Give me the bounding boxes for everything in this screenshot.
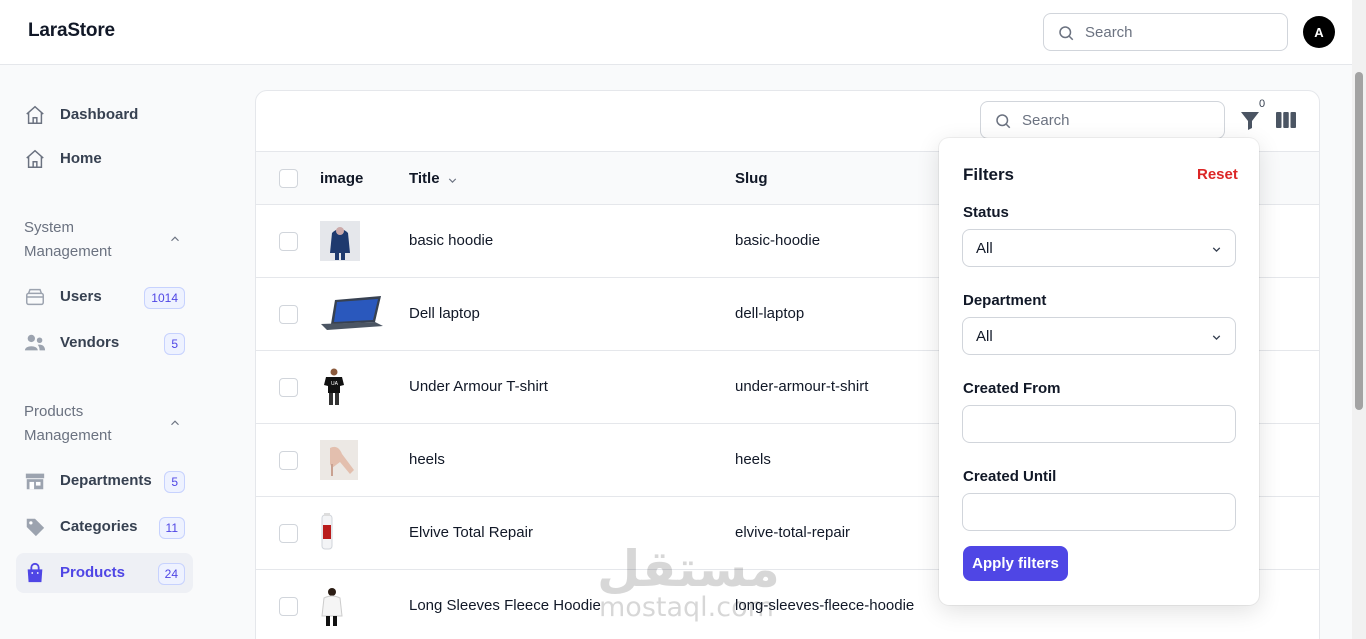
- column-header-slug: Slug: [735, 170, 768, 187]
- row-title: Dell laptop: [409, 305, 480, 322]
- sidebar-item-label: Products: [60, 564, 126, 581]
- row-title: Under Armour T-shirt: [409, 378, 548, 395]
- group-title-products-line2[interactable]: Management: [24, 424, 112, 448]
- sidebar-item-vendors[interactable]: Vendors 5: [16, 323, 193, 363]
- product-image-heels[interactable]: [320, 440, 360, 480]
- status-select-value: All: [976, 240, 993, 257]
- sidebar-item-home[interactable]: Home: [16, 139, 193, 179]
- sidebar-item-categories[interactable]: Categories 11: [16, 507, 193, 547]
- global-search-input[interactable]: Search: [1043, 13, 1288, 51]
- home-icon: [26, 149, 44, 168]
- sidebar: Dashboard Home System Management Users 1…: [0, 65, 210, 639]
- created-from-input[interactable]: [962, 405, 1236, 443]
- chevron-up-icon[interactable]: [168, 416, 182, 430]
- search-icon: [1059, 26, 1074, 41]
- row-checkbox[interactable]: [279, 232, 298, 251]
- top-bar: LaraStore Search A: [0, 0, 1352, 65]
- sidebar-item-products[interactable]: Products 24: [16, 553, 193, 593]
- home-icon: [26, 105, 44, 124]
- scrollbar-thumb[interactable]: [1355, 72, 1363, 410]
- count-badge: 5: [164, 471, 185, 493]
- row-slug: basic-hoodie: [735, 232, 821, 249]
- chevron-down-icon[interactable]: [446, 174, 459, 187]
- created-until-label: Created Until: [963, 468, 1057, 485]
- chevron-up-icon[interactable]: [168, 232, 182, 246]
- product-image-fleece[interactable]: [320, 586, 360, 626]
- row-title: basic hoodie: [409, 232, 494, 249]
- created-until-input[interactable]: [962, 493, 1236, 531]
- inbox-stack-icon: [26, 288, 44, 306]
- department-label: Department: [963, 292, 1047, 309]
- tag-icon: [26, 518, 45, 537]
- group-title-system-line2[interactable]: Management: [24, 240, 112, 264]
- product-image-tshirt[interactable]: UA: [320, 367, 360, 407]
- product-image-laptop[interactable]: [319, 294, 385, 334]
- sidebar-item-label: Departments: [60, 472, 152, 489]
- row-checkbox[interactable]: [279, 378, 298, 397]
- row-checkbox[interactable]: [279, 305, 298, 324]
- group-title-system-line1[interactable]: System: [24, 216, 74, 240]
- row-slug: dell-laptop: [735, 305, 805, 322]
- global-search-placeholder: Search: [1085, 24, 1133, 41]
- shopping-bag-icon: [27, 562, 43, 583]
- svg-text:UA: UA: [331, 381, 339, 387]
- count-badge: 24: [157, 563, 185, 585]
- select-all-checkbox[interactable]: [279, 169, 298, 188]
- row-checkbox[interactable]: [279, 451, 298, 470]
- status-label: Status: [963, 204, 1009, 221]
- sidebar-item-label: Dashboard: [60, 106, 139, 123]
- created-from-label: Created From: [963, 380, 1061, 397]
- sidebar-item-label: Vendors: [60, 334, 120, 351]
- columns-icon[interactable]: [1275, 110, 1297, 130]
- group-title-products-line1[interactable]: Products: [24, 400, 83, 424]
- table-search-input[interactable]: Search: [980, 101, 1225, 139]
- status-select[interactable]: All: [962, 229, 1236, 267]
- count-badge: 1014: [144, 287, 185, 309]
- row-slug: under-armour-t-shirt: [735, 378, 869, 395]
- page-scrollbar[interactable]: [1352, 0, 1366, 639]
- reset-filters-link[interactable]: Reset: [1197, 166, 1238, 183]
- sidebar-item-label: Categories: [60, 518, 138, 535]
- search-icon: [996, 114, 1011, 129]
- count-badge: 5: [164, 333, 185, 355]
- row-checkbox[interactable]: [279, 524, 298, 543]
- sidebar-item-users[interactable]: Users 1014: [16, 277, 193, 317]
- filter-count-badge: 0: [1259, 98, 1266, 110]
- row-slug: long-sleeves-fleece-hoodie: [735, 597, 915, 614]
- product-image-hoodie[interactable]: [320, 221, 360, 261]
- department-select[interactable]: All: [962, 317, 1236, 355]
- storefront-icon: [25, 473, 45, 490]
- apply-filters-button[interactable]: Apply filters: [963, 546, 1068, 581]
- table-search-placeholder: Search: [1022, 112, 1070, 129]
- sidebar-item-label: Home: [60, 150, 102, 167]
- chevron-down-icon: [1212, 247, 1221, 253]
- product-image-bottle[interactable]: [320, 513, 360, 553]
- count-badge: 11: [158, 517, 185, 539]
- sidebar-item-departments[interactable]: Departments 5: [16, 461, 193, 501]
- sidebar-item-dashboard[interactable]: Dashboard: [16, 95, 193, 135]
- row-title: heels: [409, 451, 445, 468]
- sidebar-item-label: Users: [60, 288, 102, 305]
- filter-icon[interactable]: [1238, 108, 1262, 132]
- filters-title: Filters: [963, 165, 1015, 184]
- filters-dropdown-panel: Filters Reset Status All Department All …: [939, 138, 1259, 605]
- department-select-value: All: [976, 328, 993, 345]
- row-slug: heels: [735, 451, 771, 468]
- chevron-down-icon: [1212, 335, 1221, 341]
- column-header-image: image: [320, 170, 364, 187]
- column-header-title[interactable]: Title: [409, 170, 440, 187]
- row-slug: elvive-total-repair: [735, 524, 851, 541]
- row-title: Long Sleeves Fleece Hoodie: [409, 597, 601, 614]
- brand-logo[interactable]: LaraStore: [28, 20, 115, 42]
- user-avatar[interactable]: A: [1303, 16, 1335, 48]
- row-title: Elvive Total Repair: [409, 524, 533, 541]
- users-icon: [24, 334, 46, 351]
- row-checkbox[interactable]: [279, 597, 298, 616]
